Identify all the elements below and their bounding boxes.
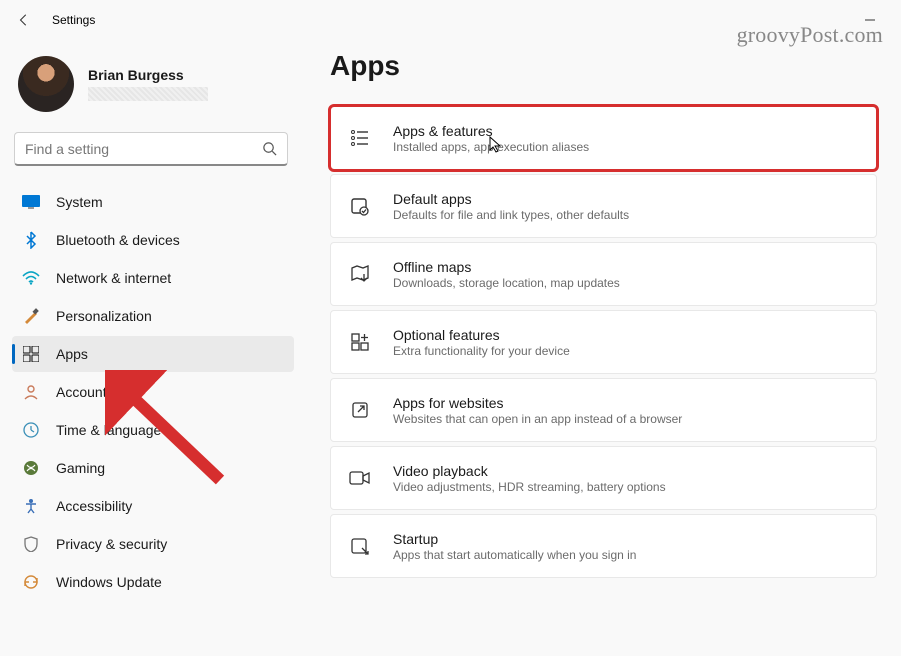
nav-label: Network & internet [56,270,171,286]
sidebar-item-privacy[interactable]: Privacy & security [12,526,294,562]
startup-icon [349,535,371,557]
nav-label: Windows Update [56,574,162,590]
sidebar-item-accessibility[interactable]: Accessibility [12,488,294,524]
card-subtitle: Extra functionality for your device [393,344,570,358]
card-subtitle: Websites that can open in an app instead… [393,412,682,426]
page-title: Apps [330,50,877,82]
content-area: Apps Apps & features Installed apps, app… [300,40,901,656]
nav-label: Accounts [56,384,114,400]
map-download-icon [349,263,371,285]
card-apps-websites[interactable]: Apps for websites Websites that can open… [330,378,877,442]
card-startup[interactable]: Startup Apps that start automatically wh… [330,514,877,578]
card-default-apps[interactable]: Default apps Defaults for file and link … [330,174,877,238]
nav-list: System Bluetooth & devices Network & int… [12,184,294,600]
sidebar-item-accounts[interactable]: Accounts [12,374,294,410]
window-controls [847,4,893,36]
video-icon [349,467,371,489]
wifi-icon [22,269,40,287]
nav-label: Bluetooth & devices [56,232,180,248]
card-video-playback[interactable]: Video playback Video adjustments, HDR st… [330,446,877,510]
user-block[interactable]: Brian Burgess [12,48,294,128]
nav-label: System [56,194,103,210]
user-email-redacted [88,87,208,101]
nav-label: Time & language [56,422,161,438]
card-title: Video playback [393,463,666,479]
card-title: Optional features [393,327,570,343]
nav-label: Gaming [56,460,105,476]
sidebar-item-system[interactable]: System [12,184,294,220]
card-title: Offline maps [393,259,620,275]
nav-label: Apps [56,346,88,362]
person-icon [22,383,40,401]
bluetooth-icon [22,231,40,249]
user-name: Brian Burgess [88,67,208,83]
minimize-icon [865,15,875,25]
card-subtitle: Downloads, storage location, map updates [393,276,620,290]
search-icon [262,141,277,156]
apps-icon [22,345,40,363]
sidebar-item-time[interactable]: Time & language [12,412,294,448]
minimize-button[interactable] [847,4,893,36]
card-offline-maps[interactable]: Offline maps Downloads, storage location… [330,242,877,306]
search-box[interactable] [14,132,288,166]
sidebar-item-update[interactable]: Windows Update [12,564,294,600]
arrow-left-icon [17,13,31,27]
open-external-icon [349,399,371,421]
card-apps-features[interactable]: Apps & features Installed apps, app exec… [330,106,877,170]
card-title: Apps for websites [393,395,682,411]
card-title: Default apps [393,191,629,207]
search-input[interactable] [25,141,262,157]
grid-plus-icon [349,331,371,353]
list-icon [349,127,371,149]
accessibility-icon [22,497,40,515]
nav-label: Personalization [56,308,152,324]
shield-icon [22,535,40,553]
default-apps-icon [349,195,371,217]
sidebar-item-personalization[interactable]: Personalization [12,298,294,334]
card-subtitle: Video adjustments, HDR streaming, batter… [393,480,666,494]
card-title: Startup [393,531,636,547]
paintbrush-icon [22,307,40,325]
titlebar: Settings [0,0,901,40]
sidebar: Brian Burgess System Bluetooth & devices… [0,40,300,656]
card-subtitle: Installed apps, app execution aliases [393,140,589,154]
card-optional-features[interactable]: Optional features Extra functionality fo… [330,310,877,374]
globe-clock-icon [22,421,40,439]
sidebar-item-gaming[interactable]: Gaming [12,450,294,486]
sync-icon [22,573,40,591]
sidebar-item-apps[interactable]: Apps [12,336,294,372]
app-title: Settings [52,13,95,27]
back-button[interactable] [8,4,40,36]
sidebar-item-network[interactable]: Network & internet [12,260,294,296]
avatar [18,56,74,112]
sidebar-item-bluetooth[interactable]: Bluetooth & devices [12,222,294,258]
card-subtitle: Apps that start automatically when you s… [393,548,636,562]
xbox-icon [22,459,40,477]
nav-label: Accessibility [56,498,132,514]
nav-label: Privacy & security [56,536,167,552]
card-title: Apps & features [393,123,589,139]
card-subtitle: Defaults for file and link types, other … [393,208,629,222]
display-icon [22,193,40,211]
